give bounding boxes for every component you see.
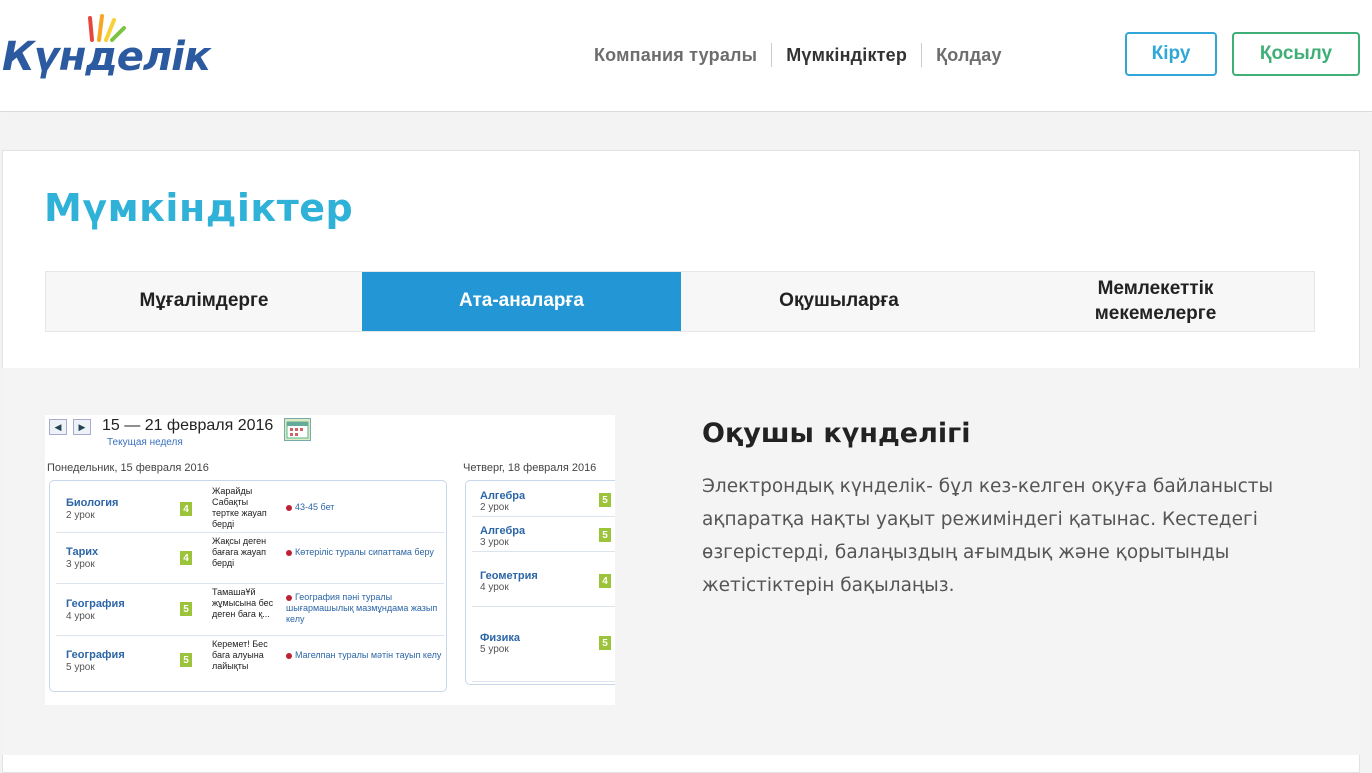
lesson-subject: Геометрия	[480, 570, 538, 582]
tab-parents[interactable]: Ата-аналарға	[362, 272, 681, 331]
homework: 43-45 бет	[286, 502, 446, 513]
homework: География пәні туралы шығармашылық мазмұ…	[286, 592, 438, 624]
lesson-row: География 5 урок 5 Керемет! Бес бага алу…	[56, 637, 444, 687]
brand-logo[interactable]: Күнделік	[2, 12, 211, 92]
nav-item-about[interactable]: Компания туралы	[580, 45, 771, 66]
day-label: Понедельник, 15 февраля 2016	[47, 462, 209, 474]
page-title: Мүмкіндіктер	[44, 186, 354, 230]
lesson-subject: Алгебра	[480, 525, 526, 537]
lesson-subject: География	[66, 598, 125, 610]
join-button[interactable]: Қосылу	[1232, 32, 1360, 76]
grade-badge: 5	[180, 602, 192, 616]
lesson-subject: Тарих	[66, 546, 99, 558]
lesson-subject: География	[66, 649, 125, 661]
lesson-row: Алгебра 3 урок 5	[472, 518, 615, 552]
teacher-comment: ТамашаҰй жұмысына бес деген бага қ...	[212, 587, 274, 619]
lesson-subject: Физика	[480, 632, 521, 644]
teacher-comment: Жақсы деген бағага жауап берді	[212, 536, 267, 568]
lesson-number: 4 урок	[480, 582, 509, 593]
lesson-number: 2 урок	[66, 510, 95, 521]
audience-tabs: Мұғалімдерге Ата-аналарға Оқушыларға Мем…	[45, 271, 1315, 332]
lesson-subject: Биология	[66, 497, 119, 509]
main-nav: Компания туралы Мүмкіндіктер Қолдау	[580, 38, 1016, 72]
grade-badge: 5	[180, 653, 192, 667]
teacher-comment: Керемет! Бес бага алуына лайықты	[212, 639, 268, 671]
diary-screenshot: ◀ ▶ 15 — 21 февраля 2016 Текущая неделя …	[45, 415, 615, 705]
next-week-icon: ▶	[73, 419, 91, 435]
week-range: 15 — 21 февраля 2016	[102, 417, 274, 434]
nav-item-support[interactable]: Қолдау	[922, 45, 1016, 66]
lesson-row: География 4 урок 5 ТамашаҰй жұмысына бес…	[56, 585, 444, 636]
dot-icon	[286, 549, 292, 556]
lesson-number: 2 урок	[480, 502, 509, 513]
current-week-link: Текущая неделя	[107, 437, 183, 448]
lesson-row: Физика 5 урок 5	[472, 608, 615, 682]
day-label: Четверг, 18 февраля 2016	[463, 462, 597, 474]
dot-icon	[286, 504, 292, 511]
day-schedule: Алгебра 2 урок 5 Алгебра 3 урок 5 Геомет…	[465, 480, 615, 685]
lesson-row: Биология 2 урок 4 Жарайды Сабақты тертке…	[56, 483, 444, 533]
lesson-number: 5 урок	[66, 662, 95, 673]
feature-title: Оқушы күнделігі	[702, 418, 971, 449]
lesson-number: 3 урок	[66, 559, 95, 570]
grade-badge: 5	[599, 636, 611, 650]
site-header: Күнделік Компания туралы Мүмкіндіктер Қо…	[0, 0, 1372, 112]
grade-badge: 5	[599, 528, 611, 542]
nav-item-features[interactable]: Мүмкіндіктер	[772, 45, 921, 66]
homework: Магелпан туралы мәтін тауып келу	[286, 650, 446, 661]
lesson-number: 5 урок	[480, 644, 509, 655]
teacher-comment: Жарайды Сабақты тертке жауап берді	[212, 486, 267, 529]
tab-teachers[interactable]: Мұғалімдерге	[46, 272, 362, 331]
lesson-number: 4 урок	[66, 611, 95, 622]
tab-government[interactable]: Мемлекеттік мекемелерге	[997, 272, 1314, 331]
lesson-number: 3 урок	[480, 537, 509, 548]
feature-description: Электрондық күнделік- бұл кез-келген оқу…	[702, 476, 1274, 596]
dot-icon	[286, 594, 292, 601]
prev-week-icon: ◀	[49, 419, 67, 435]
grade-badge: 5	[599, 493, 611, 507]
login-button[interactable]: Кіру	[1125, 32, 1217, 76]
lesson-row: Тарих 3 урок 4 Жақсы деген бағага жауап …	[56, 534, 444, 584]
day-schedule: Биология 2 урок 4 Жарайды Сабақты тертке…	[49, 480, 447, 692]
grade-badge: 4	[599, 574, 611, 588]
lesson-row: Геометрия 4 урок 4	[472, 553, 615, 607]
calendar-icon	[284, 418, 311, 441]
lesson-subject: Алгебра	[480, 490, 526, 502]
tab-students[interactable]: Оқушыларға	[681, 272, 997, 331]
logo-wordmark: Күнделік	[2, 34, 211, 80]
lesson-row: Алгебра 2 урок 5	[472, 483, 615, 517]
dot-icon	[286, 652, 292, 659]
homework: Көтеріліс туралы сипаттама беру	[286, 547, 446, 558]
grade-badge: 4	[180, 502, 192, 516]
grade-badge: 4	[180, 551, 192, 565]
